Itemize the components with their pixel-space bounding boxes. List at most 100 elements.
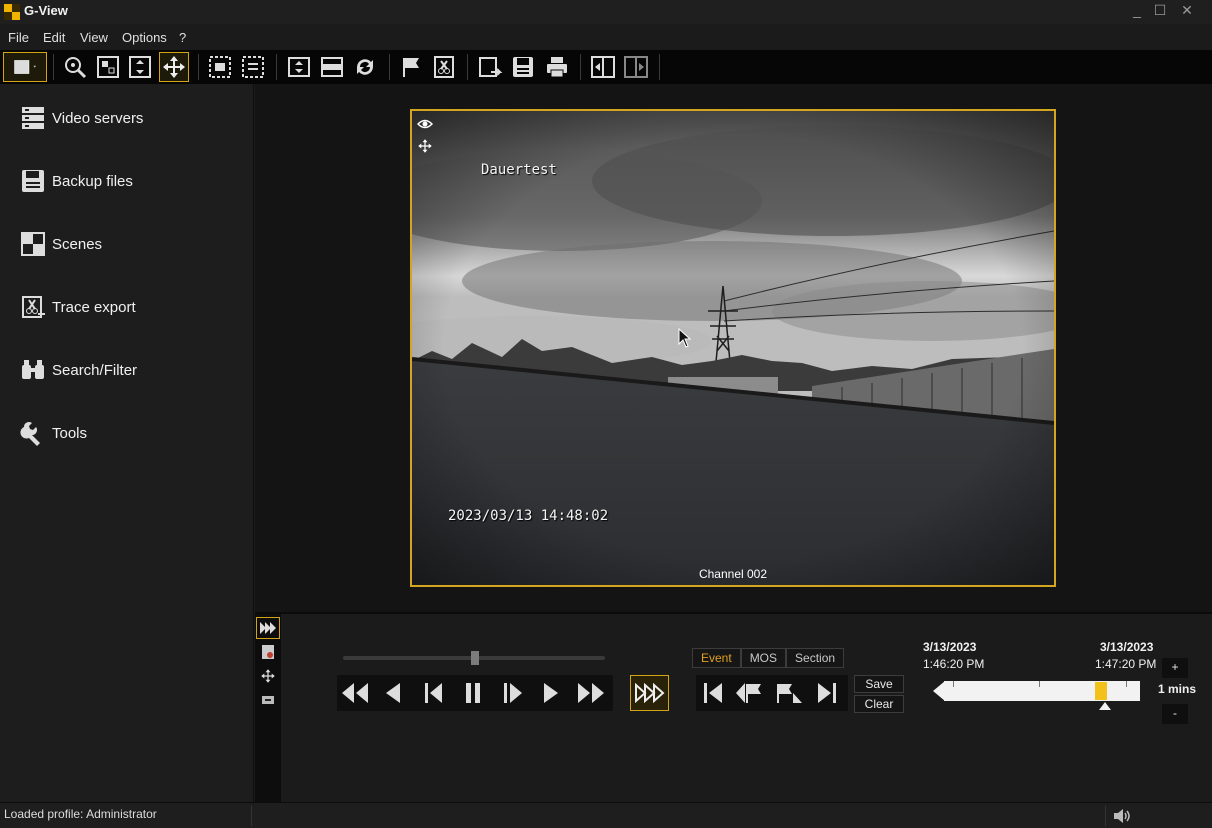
title-bar: G-View _ ☐ ✕ <box>0 0 1212 24</box>
expand-icon <box>129 56 151 78</box>
fast-forward-icon <box>578 683 604 703</box>
refresh-button[interactable] <box>350 52 380 82</box>
pause-button[interactable] <box>457 678 489 708</box>
fast-forward-button[interactable] <box>575 678 607 708</box>
sidebar-item-label: Scenes <box>52 235 103 253</box>
sidebar-item-video-servers[interactable]: Video servers <box>20 103 143 133</box>
flag-button[interactable] <box>396 52 426 82</box>
export-icon <box>479 57 503 77</box>
flag-icon <box>403 58 419 77</box>
maximize-button[interactable]: ☐ <box>1147 0 1173 20</box>
prev-flag-button[interactable] <box>732 678 766 708</box>
clear-button[interactable]: Clear <box>854 695 904 713</box>
tab-event[interactable]: Event <box>692 648 741 668</box>
server-stack-icon <box>22 107 44 129</box>
menu-help[interactable]: ? <box>179 30 186 45</box>
zoom-out-button[interactable]: - <box>1162 704 1188 724</box>
first-event-button[interactable] <box>696 678 730 708</box>
live-mode-button[interactable] <box>256 617 280 639</box>
fit-window-icon <box>288 57 310 77</box>
cut-button[interactable] <box>429 52 459 82</box>
move-arrows-icon[interactable] <box>417 138 433 154</box>
sidebar-item-search-filter[interactable]: Search/Filter <box>20 355 137 385</box>
wrench-icon <box>20 422 40 446</box>
single-layout-icon <box>14 60 37 74</box>
fit-button[interactable] <box>93 52 123 82</box>
eye-icon[interactable] <box>417 117 433 131</box>
channel-label: Channel 002 <box>698 567 768 581</box>
save-button[interactable]: Save <box>854 675 904 693</box>
tab-section[interactable]: Section <box>786 648 845 668</box>
speed-slider-thumb[interactable] <box>471 651 479 665</box>
close-button[interactable]: ✕ <box>1174 0 1200 20</box>
pause-icon <box>466 683 480 703</box>
step-back-icon <box>425 683 442 703</box>
play-reverse-icon <box>386 683 400 703</box>
last-event-button[interactable] <box>810 678 844 708</box>
sidebar-item-backup-files[interactable]: Backup files <box>20 166 133 196</box>
layout-select-button[interactable] <box>3 52 47 82</box>
sidebar-item-trace-export[interactable]: Trace export <box>20 292 136 322</box>
view-mode-toolbar <box>255 614 281 802</box>
menu-file[interactable]: File <box>8 30 29 45</box>
select-area-icon <box>209 56 231 78</box>
video-tile[interactable]: Dauertest 2023/03/13 14:48:02 Channel 00… <box>410 109 1056 587</box>
volume-icon[interactable] <box>1113 809 1131 823</box>
timeline-tick <box>953 681 954 687</box>
play-reverse-button[interactable] <box>377 678 409 708</box>
live-fast-forward-icon <box>634 683 665 703</box>
ptz-button[interactable] <box>256 665 280 687</box>
step-forward-button[interactable] <box>497 678 529 708</box>
print-button[interactable] <box>542 52 572 82</box>
sidebar-item-tools[interactable]: Tools <box>20 418 87 448</box>
play-button[interactable] <box>535 678 567 708</box>
fit-window-button[interactable] <box>284 52 314 82</box>
deselect-button[interactable] <box>238 52 268 82</box>
status-bar: Loaded profile: Administrator <box>0 802 1212 828</box>
media-button[interactable] <box>256 689 280 711</box>
next-flag-button[interactable] <box>772 678 806 708</box>
live-button[interactable] <box>630 675 669 711</box>
timeline-end-time: 1:47:20 PM <box>1095 657 1157 671</box>
fullscreen-button[interactable] <box>125 52 155 82</box>
fast-rewind-button[interactable] <box>339 678 371 708</box>
step-back-button[interactable] <box>417 678 449 708</box>
zoom-in-button[interactable]: + <box>1162 658 1188 678</box>
split-right-icon <box>624 56 648 78</box>
play-icon <box>544 683 558 703</box>
move-button[interactable] <box>159 52 189 82</box>
menu-options[interactable]: Options <box>122 30 167 45</box>
playback-controls <box>337 675 613 711</box>
menu-view[interactable]: View <box>80 30 108 45</box>
sidebar-item-scenes[interactable]: Scenes <box>20 229 102 259</box>
app-logo-icon <box>4 4 20 20</box>
split-left-button[interactable] <box>588 52 618 82</box>
sidebar-item-label: Backup files <box>52 172 133 190</box>
next-flag-icon <box>777 684 802 703</box>
magnifier-icon <box>65 57 87 79</box>
strip-view-button[interactable] <box>317 52 347 82</box>
timeline-start-time: 1:46:20 PM <box>923 657 985 671</box>
timeline-track[interactable] <box>944 681 1140 701</box>
floppy-disk-icon <box>22 170 44 192</box>
timeline-tick <box>1126 681 1127 687</box>
select-area-button[interactable] <box>205 52 235 82</box>
split-right-button[interactable] <box>621 52 651 82</box>
scissors-export-icon <box>22 296 45 318</box>
zoom-button[interactable] <box>60 52 90 82</box>
menu-edit[interactable]: Edit <box>43 30 65 45</box>
tab-mos[interactable]: MOS <box>740 648 787 668</box>
step-forward-icon <box>504 683 522 703</box>
speed-slider[interactable] <box>343 651 605 665</box>
select-lines-icon <box>242 56 264 78</box>
sidebar: Video servers Backup files Scenes Trace … <box>0 84 254 802</box>
sidebar-item-label: Tools <box>52 424 88 442</box>
save-button[interactable] <box>508 52 538 82</box>
timeline-zoom-label: 1 mins <box>1158 682 1197 696</box>
menu-bar: File Edit View Options ? <box>0 28 1212 48</box>
timeline-position-marker[interactable] <box>1095 682 1107 700</box>
alarm-button[interactable] <box>256 641 280 663</box>
timestamp-overlay: 2023/03/13 14:48:02 <box>448 508 609 524</box>
export-button[interactable] <box>475 52 505 82</box>
sidebar-item-label: Search/Filter <box>52 361 138 379</box>
